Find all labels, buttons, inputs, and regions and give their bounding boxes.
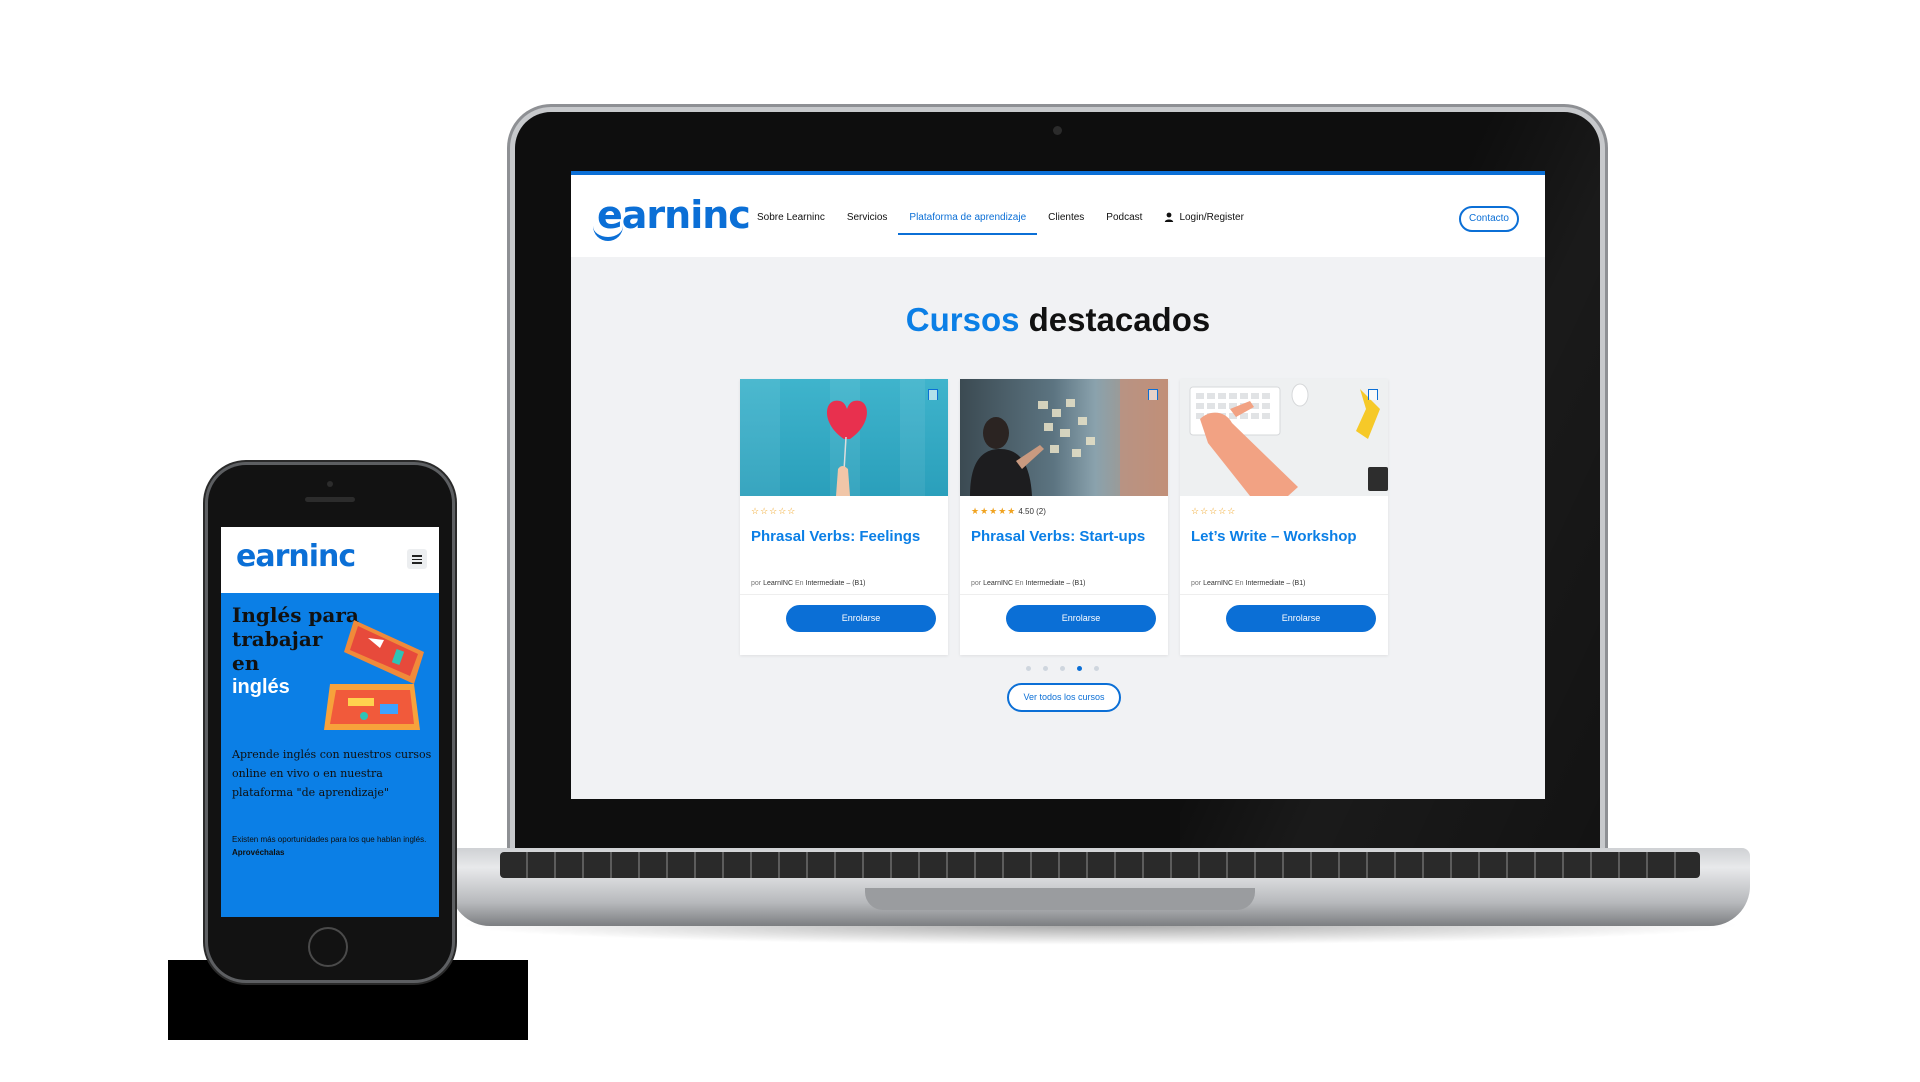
- card-body: ☆☆☆☆☆ Let’s Write – Workshop por LearnIN…: [1180, 496, 1388, 604]
- enroll-button[interactable]: Enrolarse: [1226, 605, 1376, 632]
- course-level[interactable]: Intermediate – (B1): [1246, 580, 1306, 587]
- learninc-logo[interactable]: earninc: [593, 193, 751, 241]
- section-title: Cursos destacados: [571, 301, 1545, 339]
- carousel-dots: [1026, 666, 1099, 671]
- nav-item-clientes[interactable]: Clientes: [1037, 211, 1095, 233]
- course-cards: ☆☆☆☆☆ Phrasal Verbs: Feelings por LearnI…: [740, 379, 1388, 655]
- suitcase-illustration: [324, 620, 424, 730]
- carousel-dot-active[interactable]: [1077, 666, 1082, 671]
- mobile-note: Existen más oportunidades para los que h…: [232, 833, 432, 859]
- course-card[interactable]: ☆☆☆☆☆ Phrasal Verbs: Feelings por LearnI…: [740, 379, 948, 655]
- phone-camera: [327, 481, 333, 487]
- card-footer: Enrolarse: [960, 594, 1168, 655]
- startup-image: [960, 379, 1168, 496]
- meta-by-label: por: [751, 580, 762, 587]
- course-meta: por LearnINC En Intermediate – (B1): [971, 580, 1085, 587]
- carousel-dot[interactable]: [1060, 666, 1065, 671]
- enroll-button[interactable]: Enrolarse: [786, 605, 936, 632]
- bookmark-icon[interactable]: [1148, 389, 1158, 400]
- mobile-description: Aprende inglés con nuestros cursos onlin…: [232, 748, 432, 799]
- mobile-note-bold[interactable]: Aprovéchalas: [232, 848, 284, 857]
- carousel-dot[interactable]: [1026, 666, 1031, 671]
- phone-screen: earninc Inglés para trabajar en inglés A…: [221, 527, 439, 917]
- course-meta: por LearnINC En Intermediate – (B1): [1191, 580, 1305, 587]
- mobile-header: earninc: [221, 527, 439, 593]
- course-author[interactable]: LearnINC: [1203, 580, 1233, 587]
- rating-value: 4.50 (2): [1018, 507, 1046, 516]
- rating-stars: ★★★★★ 4.50 (2): [971, 506, 1157, 517]
- site-header: earninc Sobre Learninc Servicios Platafo…: [571, 175, 1545, 257]
- keyboard-image: [1180, 379, 1388, 496]
- nav-item-servicios[interactable]: Servicios: [836, 211, 899, 233]
- course-title[interactable]: Phrasal Verbs: Start-ups: [971, 525, 1157, 549]
- carousel-dot[interactable]: [1043, 666, 1048, 671]
- bookmark-icon[interactable]: [928, 389, 938, 400]
- carousel-dot[interactable]: [1094, 666, 1099, 671]
- course-level[interactable]: Intermediate – (B1): [1026, 580, 1086, 587]
- meta-by-label: por: [1191, 580, 1202, 587]
- phone-device: earninc Inglés para trabajar en inglés A…: [208, 465, 452, 980]
- user-icon: [1165, 212, 1174, 222]
- course-level[interactable]: Intermediate – (B1): [806, 580, 866, 587]
- nav-item-sobre[interactable]: Sobre Learninc: [746, 211, 836, 233]
- card-footer: Enrolarse: [1180, 594, 1388, 655]
- heart-image: [740, 379, 948, 496]
- card-footer: Enrolarse: [740, 594, 948, 655]
- phone-speaker: [305, 497, 355, 502]
- menu-icon[interactable]: [407, 549, 427, 569]
- section-title-highlight: Cursos: [905, 301, 1020, 338]
- laptop-screen: earninc Sobre Learninc Servicios Platafo…: [571, 171, 1545, 799]
- course-title[interactable]: Phrasal Verbs: Feelings: [751, 525, 937, 549]
- nav-item-login[interactable]: Login/Register: [1153, 211, 1254, 233]
- stars-icon: ☆☆☆☆☆: [1191, 506, 1237, 516]
- laptop-keyboard: [500, 852, 1700, 878]
- section-title-rest: destacados: [1028, 301, 1211, 338]
- nav-item-podcast[interactable]: Podcast: [1095, 211, 1153, 233]
- main-nav: Sobre Learninc Servicios Plataforma de a…: [746, 211, 1255, 235]
- laptop-camera: [1053, 126, 1062, 135]
- logo-swoosh-icon: [593, 223, 623, 241]
- laptop-notch: [865, 888, 1255, 910]
- course-title[interactable]: Let’s Write – Workshop: [1191, 525, 1377, 549]
- course-card[interactable]: ☆☆☆☆☆ Let’s Write – Workshop por LearnIN…: [1180, 379, 1388, 655]
- course-meta: por LearnINC En Intermediate – (B1): [751, 580, 865, 587]
- login-label: Login/Register: [1179, 212, 1244, 223]
- meta-in-label: En: [1235, 580, 1244, 587]
- stars-icon: ☆☆☆☆☆: [751, 506, 797, 516]
- nav-item-plataforma[interactable]: Plataforma de aprendizaje: [898, 211, 1037, 235]
- stars-icon: ★★★★★: [971, 506, 1017, 516]
- mobile-note-text: Existen más oportunidades para los que h…: [232, 835, 427, 844]
- enroll-button[interactable]: Enrolarse: [1006, 605, 1156, 632]
- meta-by-label: por: [971, 580, 982, 587]
- course-author[interactable]: LearnINC: [983, 580, 1013, 587]
- rating-stars: ☆☆☆☆☆: [1191, 506, 1377, 517]
- meta-in-label: En: [1015, 580, 1024, 587]
- card-body: ★★★★★ 4.50 (2) Phrasal Verbs: Start-ups p…: [960, 496, 1168, 604]
- rating-stars: ☆☆☆☆☆: [751, 506, 937, 517]
- card-body: ☆☆☆☆☆ Phrasal Verbs: Feelings por LearnI…: [740, 496, 948, 604]
- meta-in-label: En: [795, 580, 804, 587]
- course-author[interactable]: LearnINC: [763, 580, 793, 587]
- course-card[interactable]: ★★★★★ 4.50 (2) Phrasal Verbs: Start-ups p…: [960, 379, 1168, 655]
- mobile-logo[interactable]: earninc: [236, 539, 356, 574]
- bookmark-icon[interactable]: [1368, 389, 1378, 400]
- contact-button[interactable]: Contacto: [1458, 206, 1519, 232]
- all-courses-button[interactable]: Ver todos los cursos: [1007, 683, 1121, 712]
- home-button[interactable]: [308, 927, 348, 967]
